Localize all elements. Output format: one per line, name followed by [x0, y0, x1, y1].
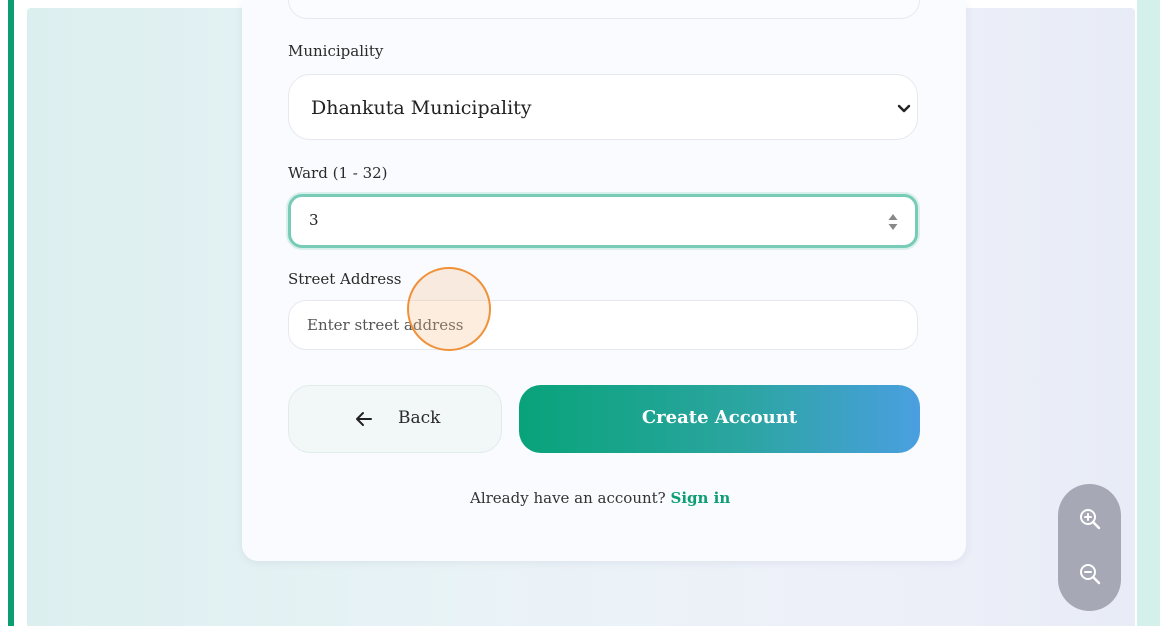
signin-prompt-text: Already have an account?	[470, 489, 666, 507]
left-accent-bar	[8, 0, 14, 626]
ward-value: 3	[309, 211, 319, 229]
back-button-label: Back	[398, 408, 441, 428]
number-spinner-icon[interactable]	[887, 211, 899, 233]
app-window: Municipality Dhankuta Municipality Ward …	[0, 0, 1160, 626]
right-edge-strip	[1137, 0, 1160, 626]
municipality-select[interactable]: Dhankuta Municipality	[288, 74, 918, 140]
signin-prompt: Already have an account? Sign in	[470, 489, 730, 507]
zoom-out-icon[interactable]	[1077, 561, 1103, 587]
previous-field-bottom[interactable]	[288, 0, 920, 19]
arrow-left-icon	[356, 412, 372, 426]
ward-number-input[interactable]: 3	[288, 194, 918, 248]
zoom-in-icon[interactable]	[1077, 506, 1103, 532]
zoom-controls	[1058, 484, 1121, 611]
ward-label: Ward (1 - 32)	[288, 164, 388, 182]
street-address-placeholder: Enter street address	[307, 316, 464, 334]
signin-link[interactable]: Sign in	[671, 489, 731, 507]
street-address-input[interactable]: Enter street address	[288, 300, 918, 350]
chevron-down-icon	[897, 104, 911, 113]
create-account-button[interactable]: Create Account	[519, 385, 920, 453]
create-account-label: Create Account	[641, 407, 798, 428]
street-address-label: Street Address	[288, 270, 402, 288]
back-button[interactable]: Back	[288, 385, 502, 453]
municipality-label: Municipality	[288, 42, 384, 60]
municipality-selected-value: Dhankuta Municipality	[311, 97, 532, 119]
